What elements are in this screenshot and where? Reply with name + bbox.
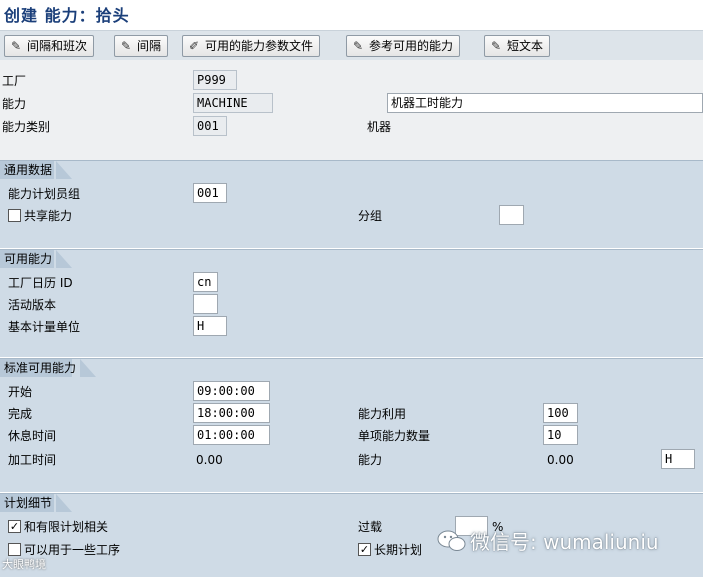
capacity-label: 能力 xyxy=(2,97,27,111)
intervals-button[interactable]: ✎ 间隔 xyxy=(114,35,169,57)
factory-calendar-field[interactable]: cn xyxy=(193,272,218,292)
capacity-description-field[interactable]: 机器工时能力 xyxy=(387,93,703,113)
capacity-category-label: 能力类别 xyxy=(2,120,51,134)
break-time-label: 休息时间 xyxy=(8,429,57,443)
standard-available-capacity-title: 标准可用能力 xyxy=(0,359,97,377)
header-area: 工厂 P999 能力 MACHINE 机器工时能力 能力类别 001 机器 xyxy=(0,60,703,160)
available-capacity-title: 可用能力 xyxy=(0,250,73,268)
capacity-total-label: 能力 xyxy=(358,453,383,467)
capacity-category-description: 机器 xyxy=(367,120,392,134)
capacity-utilization-field[interactable]: 100 xyxy=(543,403,578,423)
capacity-total-value: 0.00 xyxy=(547,453,574,467)
glasses-pencil-icon: ✐ xyxy=(188,39,200,53)
capacity-utilization-label: 能力利用 xyxy=(358,407,407,421)
operating-time-value: 0.00 xyxy=(196,453,223,467)
wechat-icon xyxy=(437,530,466,551)
available-capacity-profile-label: 可用的能力参数文件 xyxy=(205,39,314,53)
finite-scheduling-label: 和有限计划相关 xyxy=(24,520,109,534)
individual-capacities-label: 单项能力数量 xyxy=(358,429,431,443)
base-uom-field[interactable]: H xyxy=(193,316,227,336)
pencil-icon: ✎ xyxy=(490,39,502,53)
reference-available-capacity-label: 参考可用的能力 xyxy=(369,39,454,53)
planning-details-title: 计划细节 xyxy=(0,494,73,512)
corner-watermark: 大眼鸭境 xyxy=(2,558,46,571)
long-term-planning-label: 长期计划 xyxy=(374,543,423,557)
pencil-icon: ✎ xyxy=(352,39,364,53)
intervals-label: 间隔 xyxy=(137,39,162,53)
base-uom-label: 基本计量单位 xyxy=(8,320,81,334)
plant-label: 工厂 xyxy=(2,74,27,88)
finish-time-field[interactable]: 18:00:00 xyxy=(193,403,270,423)
general-data-title: 通用数据 xyxy=(0,161,73,179)
general-data-section: 通用数据 能力计划员组 001 共享能力 分组 xyxy=(0,160,703,248)
standard-available-capacity-section: 标准可用能力 开始 09:00:00 完成 18:00:00 能力利用 100 … xyxy=(0,358,703,492)
active-version-field[interactable] xyxy=(193,294,218,314)
break-time-field[interactable]: 01:00:00 xyxy=(193,425,270,445)
overload-label: 过载 xyxy=(358,520,383,534)
finish-label: 完成 xyxy=(8,407,33,421)
capacity-category-field[interactable]: 001 xyxy=(193,116,227,136)
application-toolbar: ✎ 间隔和班次 ✎ 间隔 ✐ 可用的能力参数文件 ✎ 参考可用的能力 ✎ 短文本 xyxy=(0,30,703,60)
several-operations-checkbox[interactable] xyxy=(8,543,21,556)
individual-capacities-field[interactable]: 10 xyxy=(543,425,578,445)
factory-calendar-label: 工厂日历 ID xyxy=(8,276,73,290)
pencil-icon: ✎ xyxy=(10,39,22,53)
long-term-planning-checkbox[interactable]: ✓ xyxy=(358,543,371,556)
start-label: 开始 xyxy=(8,385,33,399)
short-text-label: 短文本 xyxy=(507,39,544,53)
active-version-label: 活动版本 xyxy=(8,298,57,312)
wechat-watermark: 微信号: wumaliuniu xyxy=(470,530,659,554)
intervals-shifts-label: 间隔和班次 xyxy=(27,39,88,53)
operating-time-label: 加工时间 xyxy=(8,453,57,467)
capacity-field[interactable]: MACHINE xyxy=(193,93,273,113)
planner-group-field[interactable]: 001 xyxy=(193,183,227,203)
reference-available-capacity-button[interactable]: ✎ 参考可用的能力 xyxy=(346,35,461,57)
start-time-field[interactable]: 09:00:00 xyxy=(193,381,270,401)
page-title: 创建 能力：拾头 xyxy=(4,6,130,25)
shared-capacity-checkbox[interactable] xyxy=(8,209,21,222)
available-capacity-section: 可用能力 工厂日历 ID cn 活动版本 基本计量单位 H xyxy=(0,249,703,357)
grouping-field[interactable] xyxy=(499,205,524,225)
shared-capacity-label: 共享能力 xyxy=(24,209,73,223)
capacity-unit-field[interactable]: H xyxy=(661,449,695,469)
plant-field[interactable]: P999 xyxy=(193,70,237,90)
available-capacity-profile-button[interactable]: ✐ 可用的能力参数文件 xyxy=(182,35,321,57)
pencil-icon: ✎ xyxy=(120,39,132,53)
grouping-label: 分组 xyxy=(358,209,383,223)
finite-scheduling-checkbox[interactable]: ✓ xyxy=(8,520,21,533)
intervals-shifts-button[interactable]: ✎ 间隔和班次 xyxy=(4,35,95,57)
planner-group-label: 能力计划员组 xyxy=(8,187,81,201)
short-text-button[interactable]: ✎ 短文本 xyxy=(484,35,551,57)
